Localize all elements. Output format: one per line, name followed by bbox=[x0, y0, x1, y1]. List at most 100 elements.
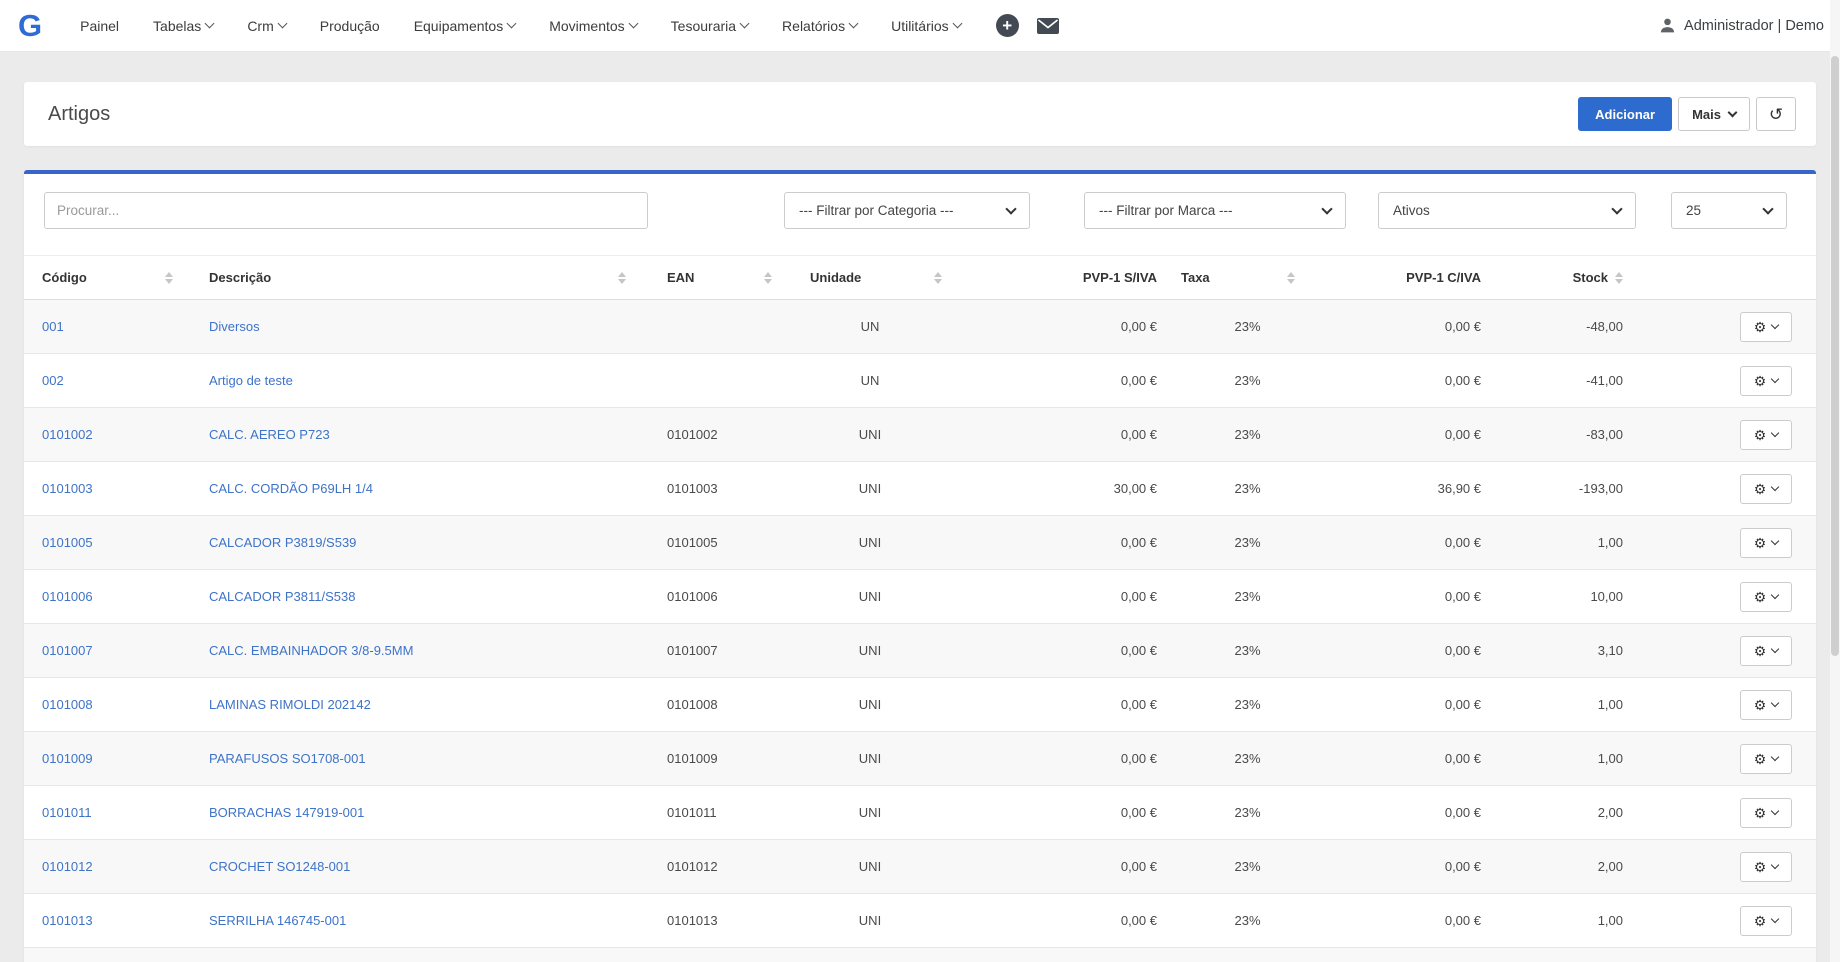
article-code-link[interactable]: 002 bbox=[42, 373, 64, 388]
category-filter[interactable]: --- Filtrar por Categoria --- bbox=[784, 192, 1030, 229]
top-navbar: G PainelTabelasCrmProduçãoEquipamentosMo… bbox=[0, 0, 1840, 52]
gear-icon: ⚙ bbox=[1754, 860, 1767, 874]
table-row: 0101007CALC. EMBAINHADOR 3/8-9.5MM010100… bbox=[24, 624, 1816, 678]
nav-item-crm[interactable]: Crm bbox=[230, 0, 302, 51]
article-code-link[interactable]: 0101012 bbox=[42, 859, 93, 874]
page-size-select[interactable]: 25 bbox=[1671, 192, 1787, 229]
cell-taxa: 23% bbox=[1175, 462, 1320, 516]
article-description-link[interactable]: CALCADOR P3811/S538 bbox=[209, 589, 355, 604]
article-description-link[interactable]: LAMINAS RIMOLDI 202142 bbox=[209, 697, 371, 712]
article-code-link[interactable]: 0101009 bbox=[42, 751, 93, 766]
cell-actions: ⚙ bbox=[1640, 786, 1816, 840]
cell-actions: ⚙ bbox=[1640, 408, 1816, 462]
article-description-link[interactable]: CALC. AEREO P723 bbox=[209, 427, 330, 442]
article-code-link[interactable]: 0101013 bbox=[42, 913, 93, 928]
cell-pvp_civa: 0,00 € bbox=[1320, 354, 1500, 408]
row-actions-button[interactable]: ⚙ bbox=[1740, 420, 1792, 450]
article-code-link[interactable]: 0101006 bbox=[42, 589, 93, 604]
vertical-scrollbar[interactable] bbox=[1830, 0, 1840, 962]
row-actions-button[interactable]: ⚙ bbox=[1740, 528, 1792, 558]
column-header-stock[interactable]: Stock bbox=[1500, 256, 1640, 300]
table-row: 0101013SERRILHA 146745-0010101013UNI0,00… bbox=[24, 894, 1816, 948]
add-button[interactable]: Adicionar bbox=[1578, 97, 1672, 131]
gear-icon: ⚙ bbox=[1754, 482, 1767, 496]
cell-pvp_siva: 0,00 € bbox=[960, 624, 1175, 678]
article-description-link[interactable]: CALCADOR P3819/S539 bbox=[209, 535, 356, 550]
row-actions-button[interactable]: ⚙ bbox=[1740, 852, 1792, 882]
cell-ean: 0101009 bbox=[640, 732, 780, 786]
cell-actions: ⚙ bbox=[1640, 678, 1816, 732]
row-actions-button[interactable]: ⚙ bbox=[1740, 798, 1792, 828]
page-size-value: 25 bbox=[1686, 203, 1701, 218]
cell-codigo: 0101013 bbox=[24, 894, 185, 948]
article-code-link[interactable]: 001 bbox=[42, 319, 64, 334]
more-button[interactable]: Mais bbox=[1678, 97, 1750, 131]
refresh-button[interactable]: ↺ bbox=[1756, 97, 1796, 131]
article-description-link[interactable]: BORRACHAS 147919-001 bbox=[209, 805, 364, 820]
user-menu[interactable]: Administrador | Demo bbox=[1659, 17, 1824, 34]
nav-item-equipamentos[interactable]: Equipamentos bbox=[397, 0, 533, 51]
mail-button[interactable] bbox=[1037, 18, 1059, 34]
row-actions-button[interactable]: ⚙ bbox=[1740, 906, 1792, 936]
cell-codigo: 0101012 bbox=[24, 840, 185, 894]
nav-item-relatorios[interactable]: Relatórios bbox=[765, 0, 874, 51]
cell-actions: ⚙ bbox=[1640, 354, 1816, 408]
article-code-link[interactable]: 0101003 bbox=[42, 481, 93, 496]
scrollbar-thumb[interactable] bbox=[1831, 56, 1839, 656]
article-description-link[interactable]: CROCHET SO1248-001 bbox=[209, 859, 350, 874]
person-icon bbox=[1659, 17, 1676, 34]
cell-ean: 0101011 bbox=[640, 786, 780, 840]
article-code-link[interactable]: 0101002 bbox=[42, 427, 93, 442]
nav-item-producao[interactable]: Produção bbox=[303, 0, 397, 51]
article-description-link[interactable]: Artigo de teste bbox=[209, 373, 293, 388]
article-code-link[interactable]: 0101011 bbox=[42, 805, 92, 820]
row-actions-button[interactable]: ⚙ bbox=[1740, 312, 1792, 342]
cell-descricao: Diversos bbox=[185, 300, 640, 354]
article-description-link[interactable]: Diversos bbox=[209, 319, 260, 334]
row-actions-button[interactable]: ⚙ bbox=[1740, 582, 1792, 612]
cell-pvp_civa: 0,00 € bbox=[1320, 570, 1500, 624]
cell-pvp_siva: 0,00 € bbox=[960, 300, 1175, 354]
column-header-ean[interactable]: EAN bbox=[640, 256, 780, 300]
nav-item-movimentos[interactable]: Movimentos bbox=[532, 0, 653, 51]
article-description-link[interactable]: PARAFUSOS SO1708-001 bbox=[209, 751, 366, 766]
row-actions-button[interactable]: ⚙ bbox=[1740, 366, 1792, 396]
article-code-link[interactable]: 0101005 bbox=[42, 535, 93, 550]
cell-descricao: BORRACHAS 147919-001 bbox=[185, 786, 640, 840]
cell-codigo: 0101002 bbox=[24, 408, 185, 462]
nav-item-utilitarios[interactable]: Utilitários bbox=[874, 0, 978, 51]
cell-stock: 2,00 bbox=[1500, 840, 1640, 894]
add-quick-button[interactable]: + bbox=[996, 14, 1019, 37]
search-input[interactable] bbox=[44, 192, 648, 229]
brand-filter[interactable]: --- Filtrar por Marca --- bbox=[1084, 192, 1346, 229]
column-header-descricao[interactable]: Descrição bbox=[185, 256, 640, 300]
row-actions-button[interactable]: ⚙ bbox=[1740, 690, 1792, 720]
table-row: 0101005CALCADOR P3819/S5390101005UNI0,00… bbox=[24, 516, 1816, 570]
article-description-link[interactable]: CALC. EMBAINHADOR 3/8-9.5MM bbox=[209, 643, 413, 658]
cell-codigo: 0101006 bbox=[24, 570, 185, 624]
cell-stock: 10,00 bbox=[1500, 570, 1640, 624]
row-actions-button[interactable]: ⚙ bbox=[1740, 636, 1792, 666]
cell-unidade: UNI bbox=[780, 624, 960, 678]
column-header-pvp_civa: PVP-1 C/IVA bbox=[1320, 256, 1500, 300]
article-code-link[interactable]: 0101008 bbox=[42, 697, 93, 712]
table-header-row: CódigoDescriçãoEANUnidadePVP-1 S/IVATaxa… bbox=[24, 256, 1816, 300]
nav-item-tabelas[interactable]: Tabelas bbox=[136, 0, 230, 51]
chevron-down-icon bbox=[1762, 203, 1773, 214]
column-header-codigo[interactable]: Código bbox=[24, 256, 185, 300]
app-logo[interactable]: G bbox=[18, 10, 41, 41]
column-label: Descrição bbox=[209, 270, 271, 285]
column-header-taxa[interactable]: Taxa bbox=[1175, 256, 1320, 300]
row-actions-button[interactable]: ⚙ bbox=[1740, 474, 1792, 504]
nav-item-tesouraria[interactable]: Tesouraria bbox=[654, 0, 765, 51]
row-actions-button[interactable]: ⚙ bbox=[1740, 744, 1792, 774]
column-label: PVP-1 C/IVA bbox=[1406, 270, 1481, 285]
article-description-link[interactable]: CALC. CORDÃO P69LH 1/4 bbox=[209, 481, 373, 496]
cell-pvp_civa: 0,00 € bbox=[1320, 408, 1500, 462]
nav-item-painel[interactable]: Painel bbox=[63, 0, 136, 51]
cell-ean: 0101013 bbox=[640, 894, 780, 948]
column-header-unidade[interactable]: Unidade bbox=[780, 256, 960, 300]
status-filter[interactable]: Ativos bbox=[1378, 192, 1636, 229]
article-description-link[interactable]: SERRILHA 146745-001 bbox=[209, 913, 346, 928]
article-code-link[interactable]: 0101007 bbox=[42, 643, 93, 658]
